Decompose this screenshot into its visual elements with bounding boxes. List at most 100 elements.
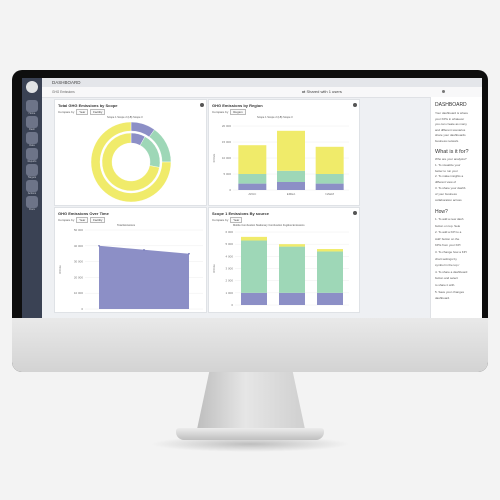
help-text-line: 3. To share your dashb (435, 186, 466, 190)
help-text-line: 4. To share a dashboard (435, 269, 468, 274)
share-label: Shared with 1 users (306, 89, 342, 94)
dashboard-name[interactable]: GHG Emissions (52, 90, 75, 94)
sidebar-item-label: Home (28, 112, 36, 115)
data-point (188, 252, 190, 255)
list-icon[interactable] (26, 180, 38, 192)
help-text-line: KPIs from your KPI (435, 243, 461, 248)
bar-segment (315, 183, 344, 190)
sidebar-item-label: Targets (27, 176, 37, 179)
doc-icon[interactable] (26, 196, 38, 208)
sidebar-item-label: Docs (29, 208, 35, 211)
bar-segment (238, 145, 267, 174)
x-tick-label: NAEM (325, 192, 334, 196)
help-how-heading: How? (435, 209, 448, 215)
y-tick-label: 1 000 (225, 291, 233, 295)
help-text-line: of your business (435, 191, 457, 196)
help-text-line: 1. To add a new dash (435, 217, 464, 221)
data-point (143, 248, 145, 251)
help-text-line: Add' button on the (435, 236, 460, 241)
y-tick-label: 0 (229, 188, 231, 192)
bar-segment (241, 240, 267, 293)
report-icon[interactable] (26, 148, 38, 160)
y-tick-label: 40 000 (74, 244, 84, 248)
bar-segment (317, 292, 343, 305)
y-tick-label: 50 000 (74, 228, 84, 232)
help-text-line: Who are your analysts? (435, 157, 467, 161)
bar-segment (317, 249, 343, 252)
bar-segment (241, 292, 267, 305)
help-text-line: 5. Save your changes (435, 289, 465, 294)
screen: Home Dash Data Reports Targets Actions Docs DA… (22, 78, 482, 318)
target-icon[interactable] (26, 164, 38, 176)
y-axis-label: tCO2e (58, 265, 62, 274)
data-icon[interactable] (26, 132, 38, 144)
y-tick-label: 5 000 (223, 172, 231, 176)
y-tick-label: 2 000 (225, 279, 233, 283)
y-tick-label: 5 000 (225, 242, 233, 246)
area-chart: 0 10 000 20 000 30 000 40 000 50 000 tCO2e (58, 228, 203, 311)
sidebar-item-label: Dash (29, 128, 35, 131)
sidebar-item-label: Actions (27, 192, 37, 195)
y-tick-label: 10 000 (74, 291, 84, 295)
more-options-icon[interactable] (442, 90, 445, 93)
sidebar: Home Dash Data Reports Targets Actions Docs (22, 78, 42, 318)
panel-emissions-by-scope: Total GHG Emissions by Scope Compare by … (54, 99, 207, 206)
panel-emissions-over-time: GHG Emissions Over Time Compare by Year … (54, 207, 207, 313)
dashboard-icon[interactable] (26, 116, 38, 128)
source-bar-chart: 0 1 000 2 000 3 000 4 000 5 000 6 000 tCO2e (212, 230, 349, 307)
donut-chart (90, 121, 172, 203)
monitor-stand (196, 372, 306, 434)
help-what-heading: What is it for? (435, 149, 469, 155)
bar-segment (279, 246, 305, 293)
help-text-line: 3. To change how a KPI (435, 250, 467, 254)
logo-icon (26, 81, 38, 93)
y-tick-label: 0 (81, 307, 83, 311)
help-text-line: your KPIs in whatever (435, 116, 465, 121)
y-tick-label: 20 000 (74, 275, 84, 279)
bar-segment (315, 146, 344, 174)
home-icon[interactable] (26, 100, 38, 112)
y-axis-label: tCO2e (212, 264, 216, 273)
help-title: DASHBOARD (435, 102, 467, 108)
toolbar: GHG Emissions ⇄ Shared with 1 users (42, 87, 482, 98)
y-tick-label: 4 000 (225, 254, 233, 258)
y-tick-label: 0 (231, 303, 233, 307)
help-text-line: better to run your (435, 168, 458, 173)
bar-segment (317, 251, 343, 293)
bar-segment (277, 170, 305, 182)
bar-segment (277, 182, 305, 190)
help-text-line: symbol in the top r (435, 263, 460, 268)
data-point (98, 245, 100, 247)
tab-dashboard[interactable]: DASHBOARD (52, 80, 81, 85)
y-tick-label: 20 000 (222, 124, 232, 128)
bar-segment (279, 292, 305, 305)
help-text-line: chart settings by (435, 256, 457, 261)
sidebar-item-label: Reports (27, 160, 37, 163)
help-text-line: collaboration across (435, 197, 462, 202)
share-button[interactable]: ⇄ Shared with 1 users (302, 89, 342, 94)
area-series (99, 245, 189, 309)
bar-segment (241, 236, 267, 241)
y-tick-label: 3 000 (225, 267, 233, 271)
y-tick-label: 10 000 (222, 156, 232, 160)
help-text-line: 2. To add a KPI to a (435, 230, 462, 235)
bar-segment (315, 174, 344, 184)
monitor-chin (12, 318, 488, 372)
x-tick-label: APAC (248, 192, 257, 196)
help-text-line: different view of (435, 180, 456, 185)
bar-segment (279, 244, 305, 247)
y-axis-label: tCO2e (212, 153, 216, 162)
panel-scope1-by-source: Scope 1 Emissions By source Compare by Y… (208, 207, 360, 313)
help-text-line: button and select (435, 276, 458, 281)
help-text-line: button on top. Sele (435, 223, 461, 228)
x-tick-label: EMEA (287, 192, 296, 196)
y-tick-label: 30 000 (74, 260, 84, 264)
monitor-stand-base (176, 428, 324, 440)
help-text-line: dashboard. (435, 296, 451, 301)
help-text-line: you can create as many (435, 122, 467, 126)
help-panel: DASHBOARD Your dashboard is where your KP… (430, 97, 482, 318)
y-tick-label: 6 000 (225, 230, 233, 234)
region-bar-chart: 0 5 000 10 000 15 000 20 000 tCO2e APAC EMEA NAE… (212, 124, 349, 196)
help-text-line: 2. To make insights a (435, 174, 464, 179)
bar-segment (238, 174, 267, 184)
